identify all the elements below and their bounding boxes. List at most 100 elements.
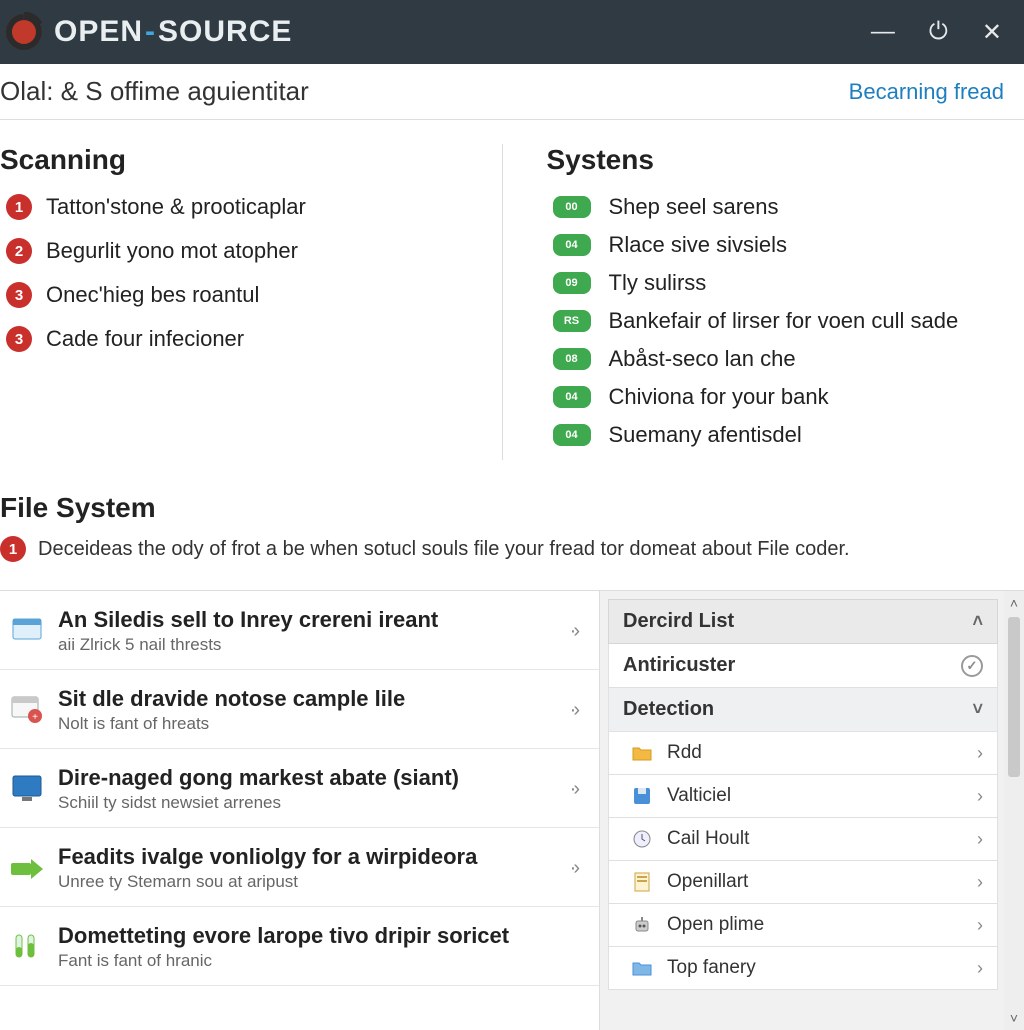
status-pill-icon: 04	[553, 386, 591, 408]
systems-item[interactable]: 09 Tly sulirss	[553, 270, 1024, 296]
report-title: An Siledis sell to Inrey crereni ireant	[58, 607, 438, 633]
side-item[interactable]: Open plime ›	[608, 904, 998, 947]
report-list: An Siledis sell to Inrey crereni ireant …	[0, 591, 600, 1030]
systems-item-label: Shep seel sarens	[609, 194, 779, 220]
minimize-icon[interactable]: —	[871, 18, 895, 47]
report-title: Dometteting evore larope tivo dripir sor…	[58, 923, 509, 949]
report-row[interactable]: Feadits ivalge vonliolgy for a wirpideor…	[0, 828, 599, 907]
systems-item-label: Bankefair of lirser for voen cull sade	[609, 308, 959, 334]
report-row[interactable]: Dire-naged gong markest abate (siant) Sc…	[0, 749, 599, 828]
side-inner: Dercird List ˄ Antiricuster ✓ Detection …	[600, 591, 1004, 1030]
window-alert-icon: +	[10, 693, 44, 727]
document-icon	[631, 871, 653, 893]
chevron-right-icon: ›	[977, 958, 983, 979]
report-title: Sit dle dravide notose cample lile	[58, 686, 405, 712]
window-controls: — ⏻ ✕	[871, 18, 1016, 47]
systems-item-label: Chiviona for your bank	[609, 384, 829, 410]
side-row[interactable]: Antiricuster ✓	[608, 644, 998, 688]
file-system-heading: File System	[0, 492, 1024, 524]
overview-columns: Scanning 1 Tatton'stone & prooticaplar 2…	[0, 120, 1024, 470]
systems-column: Systens 00 Shep seel sarens 04 Rlace siv…	[502, 144, 1024, 460]
side-item-label: Open plime	[667, 914, 764, 936]
monitor-icon	[10, 772, 44, 806]
scrollbar[interactable]: ˄ ˅	[1004, 591, 1024, 1030]
file-system-section: File System 1 Deceideas the ody of frot …	[0, 470, 1024, 590]
side-panel: Dercird List ˄ Antiricuster ✓ Detection …	[600, 591, 1024, 1030]
report-row[interactable]: An Siledis sell to Inrey crereni ireant …	[0, 591, 599, 670]
side-subheader[interactable]: Detection ˅	[608, 688, 998, 732]
scanning-item[interactable]: 3 Cade four infecioner	[6, 326, 478, 352]
step-badge-icon: 3	[6, 326, 32, 352]
report-sub: Fant is fant of hranic	[58, 951, 509, 971]
scanning-column: Scanning 1 Tatton'stone & prooticaplar 2…	[0, 144, 502, 460]
side-item[interactable]: Top fanery ›	[608, 947, 998, 990]
close-icon[interactable]: ✕	[982, 18, 1002, 47]
side-item[interactable]: Openillart ›	[608, 861, 998, 904]
check-circle-icon: ✓	[961, 655, 983, 677]
side-header-label: Dercird List	[623, 610, 734, 633]
bottom-area: An Siledis sell to Inrey crereni ireant …	[0, 590, 1024, 1030]
app-title-part2: SOURCE	[158, 15, 292, 48]
report-text: Dometteting evore larope tivo dripir sor…	[58, 923, 509, 971]
report-row[interactable]: + Sit dle dravide notose cample lile Nol…	[0, 670, 599, 749]
scroll-down-icon[interactable]: ˅	[1010, 1010, 1018, 1030]
scanning-item[interactable]: 2 Begurlit yono mot atopher	[6, 238, 478, 264]
file-system-desc-row: 1 Deceideas the ody of frot a be when so…	[0, 536, 1024, 562]
folder-blue-icon	[631, 957, 653, 979]
report-sub: Nolt is fant of hreats	[58, 714, 405, 734]
report-sub: Unree ty Stemarn sou at aripust	[58, 872, 477, 892]
side-item[interactable]: Valticiel ›	[608, 775, 998, 818]
systems-item[interactable]: 00 Shep seel sarens	[553, 194, 1024, 220]
power-icon[interactable]: ⏻	[929, 18, 948, 47]
systems-item[interactable]: 04 Rlace sive sivsiels	[553, 232, 1024, 258]
report-row[interactable]: Dometteting evore larope tivo dripir sor…	[0, 907, 599, 986]
report-sub: Schiil ty sidst newsiet arrenes	[58, 793, 459, 813]
chevron-right-icon: ›	[977, 829, 983, 850]
help-link[interactable]: Becarning fread	[849, 79, 1004, 105]
status-pill-icon: 09	[553, 272, 591, 294]
status-pill-icon: 08	[553, 348, 591, 370]
side-header[interactable]: Dercird List ˄	[608, 599, 998, 644]
systems-item[interactable]: 04 Suemany afentisdel	[553, 422, 1024, 448]
app-title-part1: OPEN	[54, 15, 143, 48]
side-item[interactable]: Cail Hoult ›	[608, 818, 998, 861]
systems-item[interactable]: 08 Abåst-seco lan che	[553, 346, 1024, 372]
status-pill-icon: 04	[553, 234, 591, 256]
chevron-right-icon: ›	[977, 872, 983, 893]
report-text: An Siledis sell to Inrey crereni ireant …	[58, 607, 438, 655]
app-title: OPEN-SOURCE	[54, 15, 292, 49]
status-pill-icon: RS	[553, 310, 591, 332]
app-logo-icon	[4, 12, 44, 52]
breadcrumb-bar: Olal: & S offime aguientitar Becarning f…	[0, 64, 1024, 120]
scanning-item[interactable]: 1 Tatton'stone & prooticaplar	[6, 194, 478, 220]
side-item-label: Cail Hoult	[667, 828, 749, 850]
side-item-label: Openillart	[667, 871, 748, 893]
systems-item[interactable]: 04 Chiviona for your bank	[553, 384, 1024, 410]
report-sub: aii Zlrick 5 nail thrests	[58, 635, 438, 655]
window-icon	[10, 614, 44, 648]
chevron-up-icon: ˄	[972, 611, 983, 632]
chevron-right-icon: ·›	[570, 857, 577, 880]
green-arrow-icon	[10, 851, 44, 885]
scanning-heading: Scanning	[0, 144, 478, 176]
scanning-item-label: Tatton'stone & prooticaplar	[46, 194, 306, 220]
side-sub-label: Detection	[623, 698, 714, 721]
step-badge-icon: 1	[6, 194, 32, 220]
chevron-right-icon: ·›	[570, 699, 577, 722]
app-title-dash: -	[143, 15, 158, 48]
side-item-label: Top fanery	[667, 957, 756, 979]
scroll-up-icon[interactable]: ˄	[1010, 595, 1018, 615]
status-pill-icon: 04	[553, 424, 591, 446]
scanning-item[interactable]: 3 Onec'hieg bes roantul	[6, 282, 478, 308]
systems-item-label: Suemany afentisdel	[609, 422, 802, 448]
scroll-thumb[interactable]	[1008, 617, 1020, 777]
side-row-label: Antiricuster	[623, 654, 735, 677]
systems-heading: Systens	[547, 144, 1024, 176]
chevron-right-icon: ·›	[570, 620, 577, 643]
chevron-right-icon: ›	[977, 786, 983, 807]
systems-item[interactable]: RS Bankefair of lirser for voen cull sad…	[553, 308, 1024, 334]
side-item-label: Valticiel	[667, 785, 731, 807]
systems-item-label: Tly sulirss	[609, 270, 707, 296]
bot-icon	[631, 914, 653, 936]
side-item[interactable]: Rdd ›	[608, 732, 998, 775]
